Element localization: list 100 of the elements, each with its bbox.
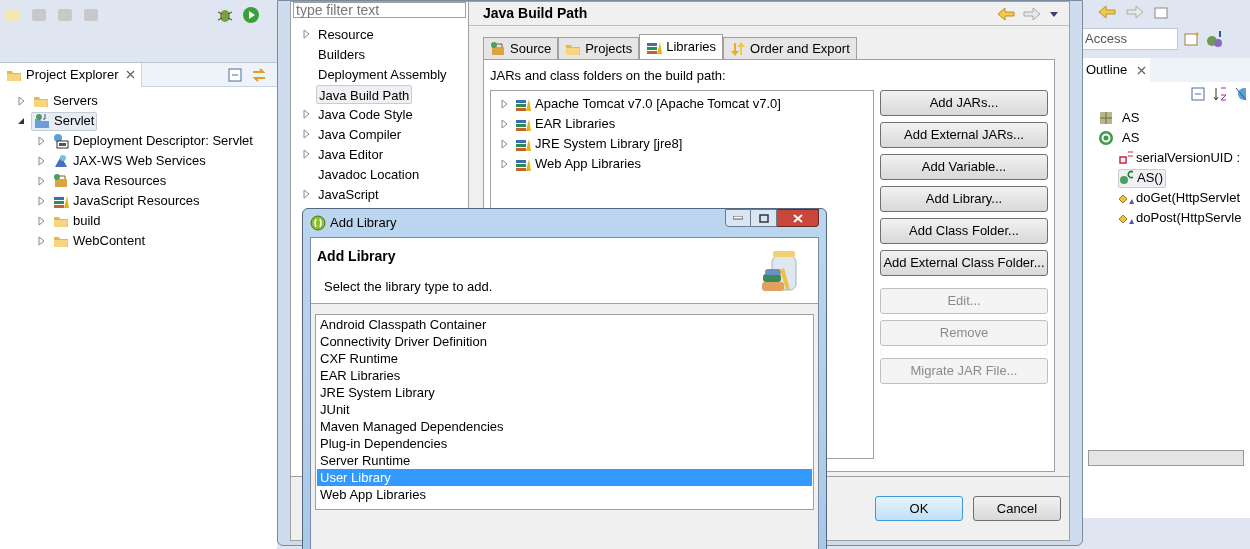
library-item[interactable]: EAR Libraries [535,113,616,134]
expand-arrow-icon[interactable] [301,29,311,39]
descriptor-icon [53,133,69,149]
collapse-all-icon[interactable] [227,66,243,83]
list-item[interactable]: CXF Runtime [317,350,812,367]
nav-item[interactable]: Java Code Style [316,104,415,124]
grid-icon [1098,110,1114,126]
expand-arrow-icon[interactable] [36,156,46,166]
collapse-arrow-icon[interactable] [16,116,26,126]
outline-item[interactable]: AS [1122,128,1140,148]
tab[interactable]: Projects [558,37,640,59]
tree-item[interactable]: Deployment Descriptor: Servlet [51,131,255,151]
forward-arrow-icon[interactable] [1126,5,1144,19]
close-button[interactable] [777,209,819,227]
dialog-button[interactable]: Cancel [973,496,1061,521]
filter-field[interactable]: type filter text [293,2,466,18]
field-icon [1118,150,1134,166]
quick-access-field[interactable]: Access [1082,28,1178,50]
sort-icon[interactable] [1212,86,1228,102]
class-icon [1098,130,1114,146]
nav-item[interactable]: Builders [316,44,367,64]
page-title: Java Build Path [483,4,588,23]
tree-item[interactable]: JAX-WS Web Services [51,151,208,171]
tab[interactable]: Source [483,37,559,59]
action-button[interactable]: Add External Class Folder... [880,249,1048,276]
expand-arrow-icon[interactable] [499,98,509,109]
list-item[interactable]: Web App Libraries [317,486,812,503]
list-item[interactable]: Maven Managed Dependencies [317,418,812,435]
arrows-icon [730,40,747,57]
description-text: JARs and class folders on the build path: [490,67,727,85]
package-icon [490,40,506,57]
library-item[interactable]: Web App Libraries [535,153,641,174]
nav-item[interactable]: Java Editor [316,144,386,164]
outline-item[interactable]: doPost(HttpServle [1118,208,1244,228]
back-arrow-icon[interactable] [1098,5,1116,19]
list-item[interactable]: EAR Libraries [317,367,812,384]
close-icon [792,213,803,223]
close-icon[interactable] [1137,65,1147,75]
web-service-icon [53,153,69,169]
list-item[interactable]: JUnit [317,401,812,418]
nav-item[interactable]: Javadoc Location [316,164,422,184]
app-icon [310,215,326,231]
action-button[interactable]: Add JARs... [880,89,1048,116]
window-title: Add Library [330,214,397,233]
action-button[interactable]: Add Variable... [880,153,1048,180]
expand-arrow-icon[interactable] [36,236,46,246]
expand-arrow-icon[interactable] [36,196,46,206]
list-item[interactable]: Server Runtime [317,452,812,469]
outline-item[interactable]: serialVersionUID : [1118,148,1243,168]
project-explorer-tab[interactable]: Project Explorer [0,62,143,87]
dialog-heading: Add Library [317,247,397,266]
list-item[interactable]: Plug-in Dependencies [317,435,812,452]
dialog-button[interactable]: OK [875,496,963,521]
project-folder-icon [34,113,50,129]
run-icon[interactable] [242,6,260,24]
outline-tab[interactable]: Outline [1082,58,1151,82]
list-item[interactable]: JRE System Library [317,384,812,401]
minimize-icon [733,216,743,220]
maximize-button[interactable] [751,209,777,227]
close-icon[interactable] [126,70,136,79]
collapse-all-icon[interactable] [1190,86,1206,102]
back-arrow-icon[interactable] [997,6,1015,21]
expand-arrow-icon[interactable] [16,96,26,106]
maximize-icon [758,213,769,223]
nav-item[interactable]: Java Build Path [316,84,413,104]
list-item[interactable]: Android Classpath Container [317,316,812,333]
tree-item[interactable]: build [51,211,103,231]
tab[interactable]: Libraries [639,34,724,59]
nav-item[interactable]: JavaScript [316,184,381,204]
list-item[interactable]: Connectivity Driver Definition [317,333,812,350]
outline-item[interactable]: doGet(HttpServlet [1118,188,1243,208]
expand-arrow-icon[interactable] [499,138,509,149]
expand-arrow-icon[interactable] [301,189,311,199]
minimize-button[interactable] [725,209,751,227]
expand-arrow-icon[interactable] [36,136,46,146]
link-icon[interactable] [251,66,267,83]
nav-item[interactable]: Resource [316,24,376,44]
expand-arrow-icon[interactable] [499,118,509,129]
expand-arrow-icon[interactable] [36,216,46,226]
tree-item[interactable]: WebContent [51,231,148,251]
tree-item[interactable]: JavaScript Resources [51,191,202,211]
action-button[interactable]: Add Class Folder... [880,217,1048,244]
action-button[interactable]: Add External JARs... [880,121,1048,148]
tab[interactable]: Order and Export [723,37,857,59]
library-item[interactable]: JRE System Library [jre8] [535,133,683,154]
outline-item[interactable]: AS() [1118,168,1166,188]
constructor-icon [1119,170,1135,186]
expand-arrow-icon[interactable] [499,158,509,169]
dialog-description: Select the library type to add. [323,278,493,296]
scrollbar[interactable] [1088,450,1244,466]
nav-item[interactable]: Deployment Assembly [316,64,449,84]
forward-arrow-icon[interactable] [1023,6,1041,21]
outline-item[interactable]: AS [1122,108,1140,128]
tree-item[interactable]: Java Resources [51,171,169,191]
expand-arrow-icon[interactable] [36,176,46,186]
action-button[interactable]: Add Library... [880,185,1048,212]
tree-item[interactable]: Servers [31,91,100,111]
tree-item[interactable]: Servlet [31,111,98,131]
nav-item[interactable]: Java Compiler [316,124,404,144]
library-item[interactable]: Apache Tomcat v7.0 [Apache Tomcat v7.0] [535,93,781,114]
